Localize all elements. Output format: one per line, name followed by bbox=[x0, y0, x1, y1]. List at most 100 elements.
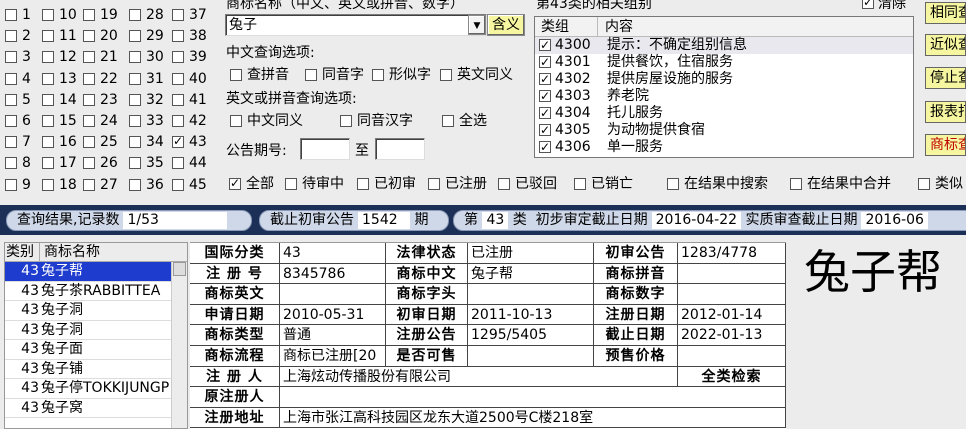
class-10-checkbox[interactable] bbox=[42, 9, 54, 21]
class-3-checkbox[interactable] bbox=[5, 51, 17, 64]
right-button-1[interactable]: 近似查 bbox=[925, 34, 966, 56]
class-41-checkbox[interactable] bbox=[172, 93, 184, 106]
group-checkbox[interactable] bbox=[539, 122, 551, 139]
related-group-row[interactable]: 4302 提供房屋设施的服务 bbox=[535, 71, 913, 88]
right-button-3[interactable]: 报表打 bbox=[925, 101, 966, 123]
class-36-checkbox[interactable] bbox=[129, 178, 141, 191]
class-37-checkbox[interactable] bbox=[172, 9, 184, 21]
class-12-checkbox[interactable] bbox=[42, 51, 54, 64]
class-4-checkbox[interactable] bbox=[5, 72, 17, 85]
synonym-button[interactable]: 含义 bbox=[487, 14, 525, 36]
class-42-checkbox[interactable] bbox=[172, 115, 184, 127]
class-27-checkbox[interactable] bbox=[83, 178, 95, 191]
list-item[interactable]: 43 兔子洞 bbox=[5, 321, 187, 340]
class-15-checkbox[interactable] bbox=[42, 115, 54, 127]
status-filter-4-checkbox[interactable] bbox=[498, 178, 510, 190]
cn-option-2-checkbox[interactable] bbox=[372, 69, 384, 81]
result-option-2-checkbox[interactable] bbox=[918, 178, 930, 190]
all-class-search-link[interactable]: 全类检索 bbox=[678, 366, 786, 388]
list-item[interactable]: 43 兔子铺 bbox=[5, 360, 187, 379]
class-33-checkbox[interactable] bbox=[129, 115, 141, 127]
list-item[interactable]: 43 兔子停TOKKIJUNGP bbox=[5, 379, 187, 399]
related-groups-list[interactable]: 类组 内容 4300 提示：不确定组别信息 4301 提供餐饮，住宿服务 4302 提供房… bbox=[534, 16, 914, 158]
result-list-scrollbar[interactable] bbox=[171, 262, 187, 428]
class-44-checkbox[interactable] bbox=[172, 157, 184, 170]
period-to-input[interactable] bbox=[375, 138, 425, 160]
group-code: 4305 bbox=[555, 122, 591, 138]
class-14-checkbox[interactable] bbox=[42, 93, 54, 106]
class-20-checkbox[interactable] bbox=[83, 30, 95, 43]
class-30-checkbox[interactable] bbox=[129, 51, 141, 64]
class-19-checkbox[interactable] bbox=[83, 9, 95, 21]
list-item[interactable]: 43 兔子茶RABBITTEA bbox=[5, 282, 187, 301]
related-group-row[interactable]: 4304 托儿服务 bbox=[535, 105, 913, 122]
class-23-checkbox[interactable] bbox=[83, 93, 95, 106]
related-group-row[interactable]: 4305 为动物提供食宿 bbox=[535, 122, 913, 139]
class-5-checkbox[interactable] bbox=[5, 93, 17, 106]
class-2-checkbox[interactable] bbox=[5, 30, 17, 43]
class-17-checkbox[interactable] bbox=[42, 157, 54, 170]
list-item[interactable]: 43 兔子洞 bbox=[5, 301, 187, 321]
list-item[interactable]: 43 兔子面 bbox=[5, 340, 187, 360]
group-checkbox[interactable] bbox=[539, 54, 551, 71]
class-26-checkbox[interactable] bbox=[83, 157, 95, 170]
status-filter-2-checkbox[interactable] bbox=[357, 178, 369, 190]
list-item[interactable]: 43 兔子帮 bbox=[5, 262, 187, 282]
class-31-checkbox[interactable] bbox=[129, 72, 141, 85]
en-option-0-checkbox[interactable] bbox=[230, 115, 242, 127]
class-39-checkbox[interactable] bbox=[172, 51, 184, 64]
class-16-checkbox[interactable] bbox=[42, 136, 54, 149]
class-40-checkbox[interactable] bbox=[172, 72, 184, 85]
list-item[interactable]: 43 兔子窝 bbox=[5, 399, 187, 418]
name-search-input[interactable]: 兔子 ▼ bbox=[225, 14, 487, 36]
class-35-checkbox[interactable] bbox=[129, 157, 141, 170]
class-9-checkbox[interactable] bbox=[5, 178, 17, 191]
status-filter-5-checkbox[interactable] bbox=[574, 178, 586, 190]
period-from-input[interactable] bbox=[300, 138, 350, 160]
right-button-4[interactable]: 商标查 bbox=[925, 134, 966, 156]
right-button-0[interactable]: 相同查 bbox=[925, 2, 966, 24]
status-filter-3-checkbox[interactable] bbox=[428, 178, 440, 190]
class-13-checkbox[interactable] bbox=[42, 72, 54, 85]
class-22-checkbox[interactable] bbox=[83, 72, 95, 85]
clear-checkbox[interactable] bbox=[862, 0, 874, 9]
class-7-checkbox[interactable] bbox=[5, 136, 17, 149]
right-button-2[interactable]: 停止查 bbox=[925, 67, 966, 89]
class-43-checkbox[interactable] bbox=[172, 134, 184, 149]
class-38-checkbox[interactable] bbox=[172, 30, 184, 43]
related-group-row[interactable]: 4300 提示：不确定组别信息 bbox=[535, 37, 913, 54]
en-option-1-checkbox[interactable] bbox=[340, 115, 352, 127]
scroll-thumb[interactable] bbox=[173, 262, 186, 276]
class-25-checkbox[interactable] bbox=[83, 136, 95, 149]
related-group-row[interactable]: 4303 养老院 bbox=[535, 88, 913, 105]
class-28-checkbox[interactable] bbox=[129, 9, 141, 21]
class-32-checkbox[interactable] bbox=[129, 93, 141, 106]
group-checkbox[interactable] bbox=[539, 71, 551, 88]
class-1-checkbox[interactable] bbox=[5, 9, 17, 21]
cn-option-0-checkbox[interactable] bbox=[230, 69, 242, 81]
group-checkbox[interactable] bbox=[539, 105, 551, 122]
group-checkbox[interactable] bbox=[539, 139, 551, 156]
group-checkbox[interactable] bbox=[539, 37, 551, 54]
result-list[interactable]: 类别 商标名称 43 兔子帮 43 兔子茶RABBITTEA 43 兔子洞 43 兔子洞 43 兔… bbox=[4, 242, 188, 429]
dropdown-arrow-icon[interactable]: ▼ bbox=[468, 15, 486, 35]
status-filter-0-checkbox[interactable] bbox=[229, 176, 241, 190]
class-34-checkbox[interactable] bbox=[129, 136, 141, 149]
cn-option-1-checkbox[interactable] bbox=[305, 69, 317, 81]
class-18-checkbox[interactable] bbox=[42, 178, 54, 191]
group-checkbox[interactable] bbox=[539, 88, 551, 105]
class-6-checkbox[interactable] bbox=[5, 115, 17, 127]
class-8-checkbox[interactable] bbox=[5, 157, 17, 170]
class-29-checkbox[interactable] bbox=[129, 30, 141, 43]
status-filter-1-checkbox[interactable] bbox=[285, 178, 297, 190]
related-group-row[interactable]: 4301 提供餐饮，住宿服务 bbox=[535, 54, 913, 71]
en-option-2-checkbox[interactable] bbox=[442, 115, 454, 127]
class-24-checkbox[interactable] bbox=[83, 115, 95, 127]
cn-option-3-checkbox[interactable] bbox=[440, 69, 452, 81]
class-21-checkbox[interactable] bbox=[83, 51, 95, 64]
result-option-1-checkbox[interactable] bbox=[790, 178, 802, 190]
related-group-row[interactable]: 4306 单一服务 bbox=[535, 139, 913, 156]
class-45-checkbox[interactable] bbox=[172, 178, 184, 191]
result-option-0-checkbox[interactable] bbox=[667, 178, 679, 190]
class-11-checkbox[interactable] bbox=[42, 30, 54, 43]
